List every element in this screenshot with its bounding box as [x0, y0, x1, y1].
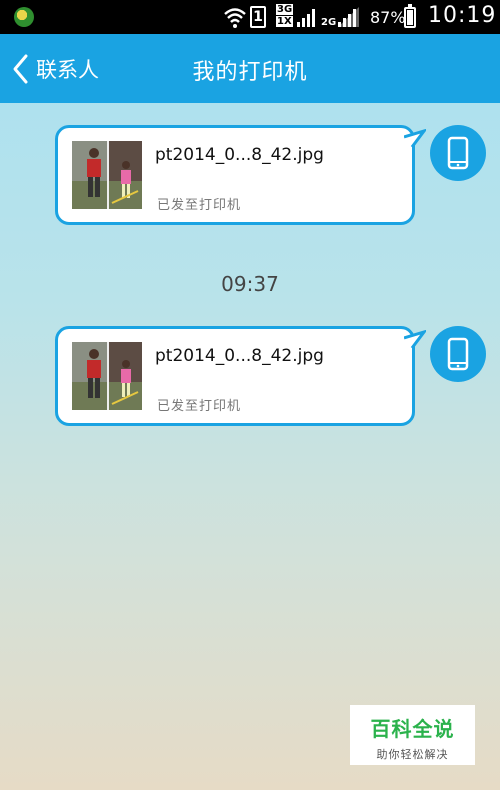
network-3g-label: 3G — [276, 4, 294, 15]
phone-icon — [447, 337, 469, 371]
message-item: pt2014_0...8_42.jpg 已发至打印机 — [0, 125, 500, 235]
signal-strength-icon-2 — [338, 7, 359, 27]
photo-thumbnail[interactable] — [72, 342, 142, 410]
file-name: pt2014_0...8_42.jpg — [155, 346, 324, 366]
send-status: 已发至打印机 — [157, 198, 242, 213]
battery-percentage: 87% — [370, 8, 406, 27]
phone-icon — [447, 136, 469, 170]
message-bubble[interactable]: pt2014_0...8_42.jpg 已发至打印机 — [55, 125, 415, 225]
photo-thumbnail[interactable] — [72, 141, 142, 209]
app-header: 联系人 我的打印机 — [0, 34, 500, 103]
wifi-icon — [224, 8, 246, 28]
status-bar: 1 3G 1X 2G 87% 10:19 — [0, 0, 500, 34]
watermark-logo: 百科全说 助你轻松解决 — [350, 705, 475, 765]
sim-card-icon: 1 — [250, 6, 266, 28]
battery-icon — [404, 4, 416, 28]
message-item: pt2014_0...8_42.jpg 已发至打印机 — [0, 326, 500, 436]
printer-device-button[interactable] — [430, 125, 486, 181]
watermark-title: 百科全说 — [370, 717, 455, 741]
bubble-tail — [404, 129, 426, 148]
watermark-tagline: 助你轻松解决 — [376, 748, 449, 761]
printer-device-button[interactable] — [430, 326, 486, 382]
page-title: 我的打印机 — [192, 60, 308, 85]
send-status: 已发至打印机 — [157, 399, 242, 414]
network-2g-label: 2G — [321, 17, 337, 28]
signal-strength-icon — [297, 9, 315, 27]
network-type-indicator: 3G 1X — [276, 4, 294, 28]
network-1x-label: 1X — [276, 16, 294, 27]
app-notification-icon — [14, 7, 34, 27]
file-name: pt2014_0...8_42.jpg — [155, 145, 324, 165]
bubble-tail — [404, 330, 426, 349]
message-timestamp: 09:37 — [221, 272, 279, 296]
message-bubble[interactable]: pt2014_0...8_42.jpg 已发至打印机 — [55, 326, 415, 426]
status-time: 10:19 — [428, 3, 497, 28]
